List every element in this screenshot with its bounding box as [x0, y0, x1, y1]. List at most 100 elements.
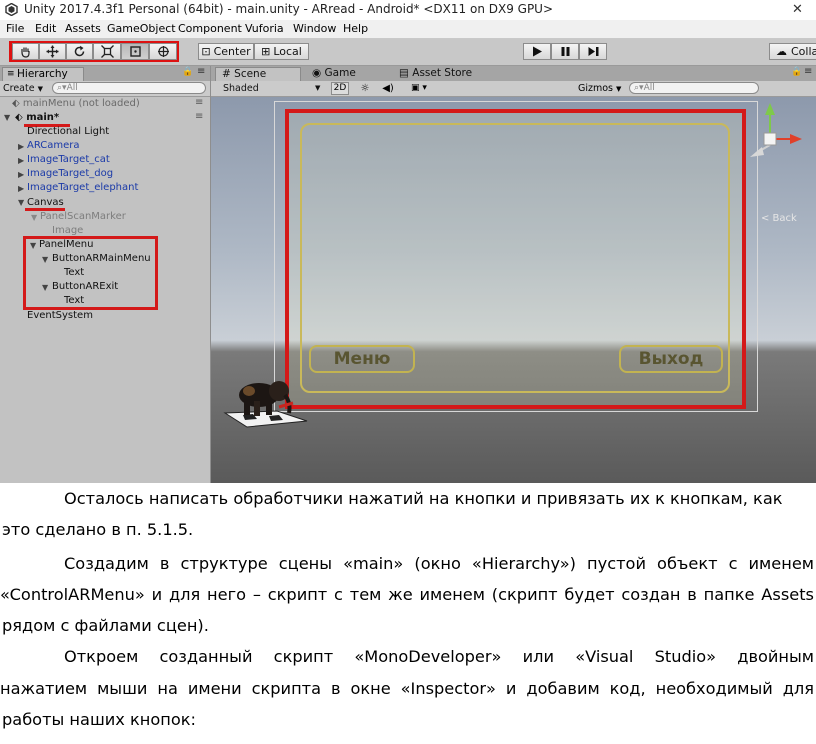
tab-scene[interactable]: # Scene [215, 67, 301, 81]
collab-button[interactable]: ☁ Colla [769, 43, 816, 60]
menu-vuforia[interactable]: Vuforia [245, 22, 284, 35]
chevron-down-icon: ▼ [315, 84, 321, 92]
tab-asset-store[interactable]: ▤ Asset Store [395, 67, 485, 81]
window-title: Unity 2017.4.3f1 Personal (64bit) - main… [24, 2, 554, 16]
tree-item-imagetarget-cat[interactable]: ImageTarget_cat [27, 153, 110, 166]
expand-arrow-icon[interactable]: ▶ [18, 184, 24, 193]
expand-arrow-icon[interactable]: ▼ [18, 198, 24, 207]
menu-assets[interactable]: Assets [65, 22, 101, 35]
tab-game-label: Game [324, 67, 356, 79]
lock-icon[interactable]: 🔒 [182, 67, 193, 77]
rotate-tool-icon[interactable] [66, 43, 93, 60]
expand-arrow-icon[interactable]: ▼ [31, 213, 37, 222]
menu-component[interactable]: Component [178, 22, 242, 35]
move-tool-icon[interactable] [39, 43, 66, 60]
row-menu-icon[interactable]: ≡ [195, 97, 203, 108]
tree-item-text[interactable]: Text [64, 294, 84, 307]
paragraph-2-line-1: Создадим в структуре сцены «main» (окно … [64, 554, 814, 573]
effects-icon[interactable]: ▣ ▾ [405, 82, 433, 95]
search-icon: ⌕▾ [634, 83, 644, 93]
play-icon[interactable] [523, 43, 551, 60]
scene-panel: # Scene ◉ Game ▤ Asset Store 🔒 ≡ Shaded … [211, 66, 816, 483]
expand-arrow-icon[interactable]: ▶ [18, 156, 24, 165]
hierarchy-list-icon: ≡ [7, 69, 15, 79]
pivot-local-button[interactable]: ⊞ Local [254, 43, 309, 60]
tree-item-eventsystem[interactable]: EventSystem [27, 309, 93, 322]
expand-arrow-icon[interactable]: ▼ [42, 255, 48, 264]
exit-button[interactable]: Выход [619, 345, 723, 373]
lighting-icon[interactable]: ☼ [356, 82, 374, 95]
hierarchy-toolbar: Create ▼ ⌕▾All [0, 81, 210, 97]
elephant-model[interactable] [219, 369, 319, 429]
menu-window[interactable]: Window [293, 22, 336, 35]
hand-tool-icon[interactable] [12, 43, 39, 60]
tab-game[interactable]: ◉ Game [306, 67, 386, 81]
shading-label: Shaded [223, 83, 259, 94]
tree-item-arcamera[interactable]: ARCamera [27, 139, 80, 152]
hierarchy-search-input[interactable]: ⌕▾All [52, 82, 206, 94]
audio-icon[interactable]: ◀) [379, 82, 397, 95]
transform-tool-icon[interactable] [149, 43, 177, 60]
paragraph-1-line-2: это сделано в п. 5.1.5. [2, 520, 194, 539]
tree-item-panelscanmarker[interactable]: PanelScanMarker [40, 210, 126, 223]
scene-search-input[interactable]: ⌕▾All [629, 82, 759, 94]
scene-toolbar: Shaded ▼ 2D ☼ ◀) ▣ ▾ Gizmos ▼ ⌕▾All [211, 81, 816, 97]
scene-label-main: main* [26, 112, 60, 123]
menu-edit[interactable]: Edit [35, 22, 56, 35]
hierarchy-search-placeholder: All [66, 83, 78, 93]
expand-arrow-icon[interactable]: ▶ [18, 142, 24, 151]
main-toolbar: ⊡ Center ⊞ Local ☁ Colla [0, 39, 816, 66]
hierarchy-tab-label: Hierarchy [17, 68, 68, 80]
tree-item-panelmenu[interactable]: PanelMenu [39, 238, 93, 251]
menu-file[interactable]: File [6, 22, 24, 35]
tree-item-directional-light[interactable]: Directional Light [27, 125, 109, 138]
gizmos-dropdown[interactable]: Gizmos ▼ [578, 82, 622, 95]
shading-dropdown[interactable]: Shaded ▼ [223, 82, 327, 95]
tree-item-buttonarexit[interactable]: ButtonARExit [52, 280, 118, 293]
paragraph-1-line-1: Осталось написать обработчики нажатий на… [64, 489, 783, 508]
pivot-center-button[interactable]: ⊡ Center [198, 43, 254, 60]
scene-gizmo-icon[interactable] [746, 101, 810, 167]
game-icon: ◉ [312, 67, 322, 79]
lock-icon[interactable]: 🔒 [791, 67, 802, 77]
paragraph-3-line-1: Откроем созданный скрипт «MonoDeveloper»… [64, 647, 814, 666]
expand-arrow-icon[interactable]: ▼ [4, 113, 10, 122]
menu-gameobject[interactable]: GameObject [107, 22, 176, 35]
create-button[interactable]: Create ▼ [3, 82, 49, 95]
store-icon: ▤ [399, 67, 409, 79]
scene-item-mainmenu[interactable]: ⬖ mainMenu (not loaded) [12, 97, 140, 110]
rect-tool-icon[interactable] [121, 43, 149, 60]
tree-item-imagetarget-dog[interactable]: ImageTarget_dog [27, 167, 113, 180]
paragraph-2-line-2: «ControlARMenu» и для него – скрипт с те… [0, 585, 814, 604]
paragraph-2-line-3: рядом с файлами сцен). [2, 616, 209, 635]
tree-item-buttonarmainmenu[interactable]: ButtonARMainMenu [52, 252, 151, 265]
menu-help[interactable]: Help [343, 22, 368, 35]
tab-asset-store-label: Asset Store [412, 67, 473, 79]
2d-toggle[interactable]: 2D [331, 82, 349, 95]
pivot-center-label: Center [213, 45, 251, 58]
scene-item-main[interactable]: ⬖ main* [15, 111, 59, 124]
expand-arrow-icon[interactable]: ▶ [18, 170, 24, 179]
expand-arrow-icon[interactable]: ▼ [30, 241, 36, 250]
tree-item-text[interactable]: Text [64, 266, 84, 279]
hierarchy-panel: ≡ Hierarchy 🔒 ≡ Create ▼ ⌕▾All ⬖ mainMenu… [0, 66, 211, 483]
pause-icon[interactable] [551, 43, 579, 60]
scale-tool-icon[interactable] [93, 43, 121, 60]
row-menu-icon[interactable]: ≡ [195, 111, 203, 122]
panel-menu-icon[interactable]: ≡ [197, 66, 205, 77]
panel-menu-icon[interactable]: ≡ [804, 66, 812, 77]
tree-item-imagetarget-elephant[interactable]: ImageTarget_elephant [27, 181, 138, 194]
gizmos-label: Gizmos [578, 83, 614, 94]
paragraph-3-line-2: нажатием мыши на имени скрипта в окне «I… [0, 679, 814, 698]
menu-button[interactable]: Меню [309, 345, 415, 373]
unity-editor-window: Unity 2017.4.3f1 Personal (64bit) - main… [0, 0, 816, 483]
tab-hierarchy[interactable]: ≡ Hierarchy [2, 67, 84, 81]
pivot-local-label: Local [273, 45, 302, 58]
menu-bar: File Edit Assets GameObject Component Vu… [0, 20, 816, 39]
close-icon[interactable]: ✕ [792, 2, 803, 17]
scene-viewport[interactable]: Меню Выход < Back [211, 97, 816, 483]
view-back-label: < Back [761, 213, 797, 224]
expand-arrow-icon[interactable]: ▼ [42, 283, 48, 292]
collab-label: Colla [791, 45, 816, 58]
step-icon[interactable] [579, 43, 607, 60]
